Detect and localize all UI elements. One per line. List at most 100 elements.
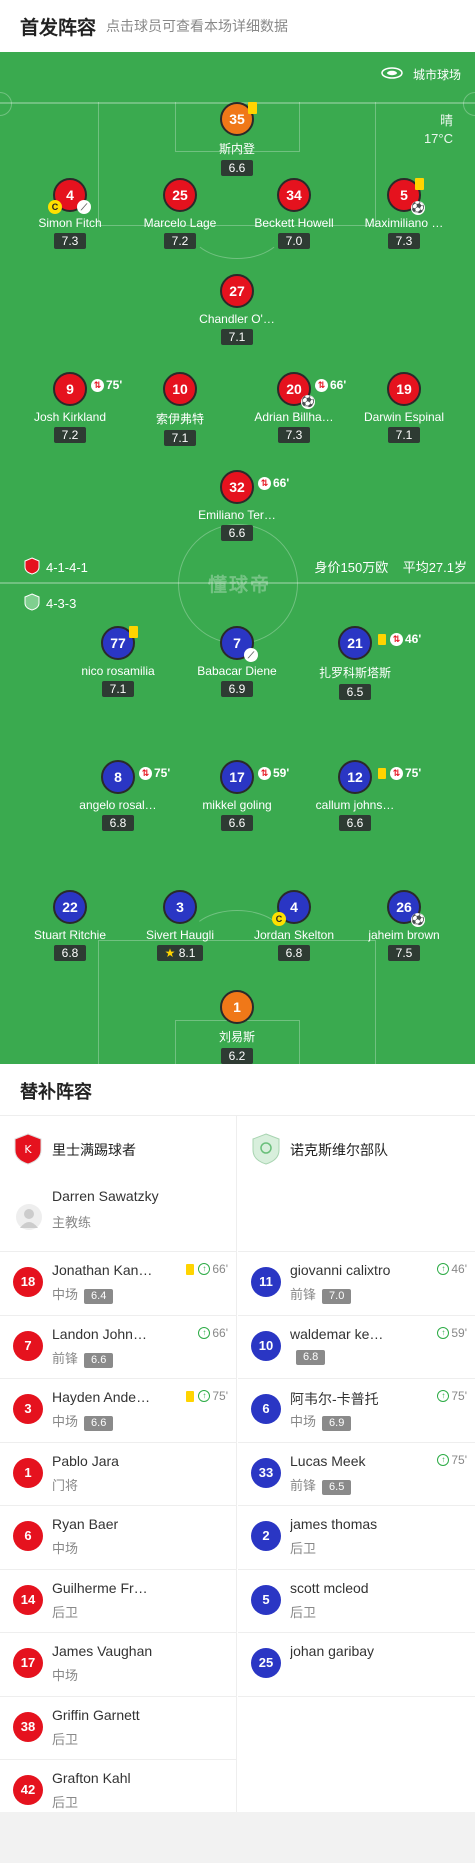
- sub-player-row[interactable]: 25 johan garibay: [238, 1633, 475, 1697]
- player-home-7[interactable]: 10 索伊弗特 7.1: [120, 372, 240, 447]
- pitch: 城市球场 晴 17°C 懂球帝 4-1-4-1 4-3-3 身价150万欧 平均…: [0, 52, 475, 1064]
- player-away-4[interactable]: 17 ⇅ 59' mikkel goling 6.6: [177, 760, 297, 832]
- sub-out-icon: ⇅: [258, 476, 271, 490]
- away-subs: 诺克斯维尔部队 11 giovanni calixtro 前锋 7.0 ↑ 46' 10 wa…: [238, 1116, 475, 1697]
- coach-row[interactable]: Darren Sawatzky 主教练: [0, 1180, 236, 1252]
- sub-player-row[interactable]: 1 Pablo Jara 门将: [0, 1443, 236, 1506]
- sub-player-row[interactable]: 5 scott mcleod 后卫: [238, 1570, 475, 1633]
- sub-name: Landon John…: [52, 1325, 147, 1342]
- sub-out-icon: ⇅: [390, 632, 403, 646]
- player-away-10[interactable]: 1 刘易斯 6.2: [177, 990, 297, 1064]
- player-number: 34: [277, 178, 311, 212]
- sub-out-icon: ⇅: [91, 378, 104, 392]
- player-away-0[interactable]: 77 nico rosamilia 7.1: [58, 626, 178, 698]
- player-number: 4 C ⟋: [48, 178, 91, 214]
- sub-player-row[interactable]: 38 Griffin Garnett 后卫: [0, 1697, 236, 1760]
- player-home-9[interactable]: 19 Darwin Espinal 7.1: [344, 372, 464, 444]
- section-subtitle: 点击球员可查看本场详细数据: [106, 18, 288, 34]
- sub-rating: 6.4: [84, 1289, 114, 1304]
- player-away-8[interactable]: 4C Jordan Skelton 6.8: [234, 890, 354, 962]
- venue: 城市球场: [381, 66, 461, 83]
- sub-position: 后卫: [290, 1604, 317, 1620]
- subs-header: 替补阵容: [0, 1064, 475, 1116]
- player-number: 8 ⇅ 75': [101, 760, 170, 794]
- sub-number: 5: [251, 1584, 281, 1615]
- stadium-icon: [381, 67, 403, 82]
- sub-name: james thomas: [290, 1516, 378, 1532]
- player-home-2[interactable]: 25 Marcelo Lage 7.2: [120, 178, 240, 250]
- yellow-card-icon: [378, 633, 386, 645]
- sub-player-row[interactable]: 10 waldemar ke… 6.8 ↑ 59': [238, 1316, 475, 1379]
- sub-player-row[interactable]: 6 Ryan Baer 中场: [0, 1506, 236, 1570]
- sub-rating: 6.5: [322, 1479, 352, 1495]
- sub-rating: 6.6: [84, 1416, 114, 1431]
- player-number: 3: [163, 890, 197, 924]
- sub-player-row[interactable]: 2 james thomas 后卫: [238, 1506, 475, 1570]
- sub-position: 中场: [52, 1541, 79, 1556]
- sub-number: 38: [13, 1711, 43, 1742]
- player-home-10[interactable]: 32 ⇅ 66' Emiliano Ter… 6.6: [177, 470, 297, 542]
- sub-out: ⇅ 75': [91, 370, 122, 400]
- home-team-row[interactable]: K 里士满踢球者: [0, 1116, 236, 1180]
- sub-rating: 6.9: [322, 1416, 352, 1431]
- sub-player-row[interactable]: 6 阿韦尔-卡普托 中场 6.9 ↑ 75': [238, 1379, 475, 1443]
- sub-out: ⇅ 59': [258, 758, 289, 788]
- player-away-2[interactable]: 21 ⇅ 46' 扎罗科斯塔斯 6.5: [295, 626, 421, 701]
- player-away-6[interactable]: 22 Stuart Ritchie 6.8: [10, 890, 130, 962]
- sub-name: Ryan Baer: [52, 1516, 119, 1532]
- goal-icon: ⚽: [411, 201, 425, 215]
- sub-number: 3: [13, 1394, 43, 1424]
- sub-player-row[interactable]: 7 Landon John… 前锋 6.6 ↑ 66': [0, 1316, 236, 1379]
- player-home-0[interactable]: 35 斯内登 6.6: [177, 102, 297, 177]
- player-away-9[interactable]: 26 ⚽ jaheim brown 7.5: [344, 890, 464, 962]
- player-away-1[interactable]: 7 ⟋ Babacar Diene 6.9: [177, 626, 297, 698]
- sub-player-row[interactable]: 11 giovanni calixtro 前锋 7.0 ↑ 46': [238, 1252, 475, 1316]
- player-home-8[interactable]: 20 ⇅ 66' ⚽ Adrian Billha… 7.3: [234, 372, 354, 444]
- player-number: 4C: [272, 890, 311, 926]
- sub-number: 7: [13, 1330, 43, 1361]
- sub-out: ⇅ 46': [378, 624, 421, 654]
- player-home-4[interactable]: 5 ⚽ Maximiliano … 7.3: [344, 178, 464, 250]
- sub-in-minute: ↑ 75': [437, 1453, 467, 1467]
- sub-player-row[interactable]: 17 James Vaughan 中场: [0, 1633, 236, 1697]
- venue-name: 城市球场: [412, 68, 461, 82]
- sub-name: scott mcleod: [290, 1579, 369, 1596]
- player-number: 9 ⇅ 75': [53, 372, 122, 406]
- away-formation: 4-3-3: [24, 593, 76, 614]
- player-home-5[interactable]: 27 Chandler O'… 7.1: [177, 274, 297, 346]
- yellow-card-icon: [248, 102, 257, 114]
- player-home-6[interactable]: 9 ⇅ 75' Josh Kirkland 7.2: [10, 372, 130, 444]
- sub-position: 后卫: [290, 1541, 317, 1556]
- sub-name: Pablo Jara: [52, 1452, 119, 1469]
- sub-in-minute: ↑ 75': [437, 1389, 467, 1403]
- sub-in-icon: ↑: [437, 1453, 450, 1466]
- player-number: 7 ⟋: [220, 626, 258, 662]
- sub-number: 1: [13, 1457, 43, 1488]
- sub-player-row[interactable]: 18 Jonathan Kan… 中场 6.4 ↑ 66': [0, 1252, 236, 1316]
- coach-name: Darren Sawatzky: [52, 1188, 159, 1204]
- player-number: 21 ⇅ 46': [338, 626, 421, 660]
- sub-player-row[interactable]: 33 Lucas Meek 前锋 6.5 ↑ 75': [238, 1443, 475, 1506]
- home-formation: 4-1-4-1: [24, 557, 88, 578]
- player-away-5[interactable]: 12 ⇅ 75' callum johns… 6.6: [295, 760, 421, 832]
- star-icon: ★: [164, 946, 176, 960]
- away-team-row[interactable]: 诺克斯维尔部队: [238, 1116, 475, 1180]
- sub-out: ⇅ 75': [378, 758, 421, 788]
- sub-name: Grafton Kahl: [52, 1770, 131, 1786]
- player-home-3[interactable]: 34 Beckett Howell 7.0: [234, 178, 354, 250]
- player-away-3[interactable]: 8 ⇅ 75' angelo rosal… 6.8: [58, 760, 178, 832]
- sub-in-icon: ↑: [198, 1326, 211, 1339]
- sub-position: 后卫: [52, 1731, 79, 1747]
- sub-player-row[interactable]: 14 Guilherme Fr… 后卫: [0, 1570, 236, 1633]
- yellow-card-icon: [186, 1263, 195, 1275]
- player-home-1[interactable]: 4 C ⟋ Simon Fitch 7.3: [10, 178, 130, 250]
- sub-in-minute: ↑ 66': [186, 1262, 228, 1276]
- sub-player-row[interactable]: 3 Hayden Ande… 中场 6.6 ↑ 75': [0, 1379, 236, 1443]
- player-away-7[interactable]: 3 Sivert Haugli ★ 8.1: [120, 890, 240, 962]
- home-team-logo-icon: K: [14, 1133, 42, 1165]
- coach-role: 主教练: [52, 1215, 92, 1230]
- sub-number: 2: [251, 1521, 281, 1551]
- sub-in-minute: ↑ 75': [186, 1389, 228, 1403]
- sub-name: Lucas Meek: [290, 1452, 366, 1469]
- sub-position: 前锋 7.0: [290, 1284, 352, 1304]
